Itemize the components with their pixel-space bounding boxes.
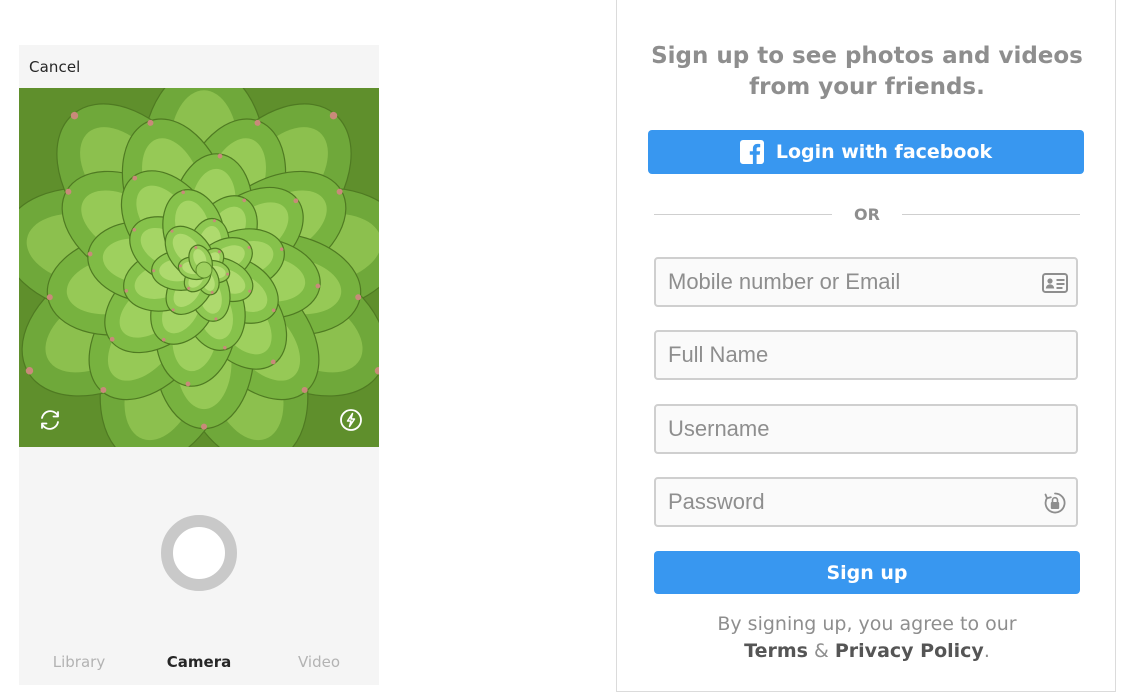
facebook-login-label: Login with facebook — [775, 141, 993, 163]
privacy-policy-link[interactable]: Privacy Policy — [835, 640, 984, 662]
shutter-button[interactable] — [161, 515, 237, 591]
signup-tagline: Sign up to see photos and videos from yo… — [617, 41, 1117, 103]
contact-input[interactable] — [656, 259, 1076, 305]
terms-links-line: Terms & Privacy Policy. — [617, 638, 1117, 665]
camera-switch-icon[interactable] — [36, 406, 64, 434]
fullname-field — [654, 330, 1078, 380]
succulent-photo — [19, 88, 379, 447]
or-text: OR — [854, 205, 880, 224]
camera-screen: Cancel Library Camera Video — [19, 45, 379, 685]
terms-prefix: By signing up, you agree to our — [717, 613, 1017, 635]
contact-field — [654, 257, 1078, 307]
facebook-icon — [739, 140, 764, 164]
or-divider: OR — [654, 203, 1080, 227]
camera-mode-tabs: Library Camera Video — [19, 653, 379, 677]
terms-notice: By signing up, you agree to our Terms & … — [617, 611, 1117, 665]
cancel-button[interactable]: Cancel — [29, 58, 80, 76]
username-field — [654, 404, 1078, 454]
password-field — [654, 477, 1078, 527]
password-input[interactable] — [656, 479, 1076, 525]
tagline-line-2: from your friends. — [749, 74, 985, 100]
facebook-login-button[interactable]: Login with facebook — [648, 130, 1084, 174]
username-input[interactable] — [656, 406, 1076, 452]
tab-camera[interactable]: Camera — [139, 653, 259, 671]
tagline-line-1: Sign up to see photos and videos — [651, 43, 1083, 69]
divider-line-left — [654, 214, 832, 215]
tab-library[interactable]: Library — [19, 653, 139, 671]
terms-link[interactable]: Terms — [744, 640, 808, 662]
tab-video[interactable]: Video — [259, 653, 379, 671]
signup-button[interactable]: Sign up — [654, 551, 1080, 594]
signup-card: Sign up to see photos and videos from yo… — [616, 0, 1116, 692]
terms-and: & — [814, 640, 829, 662]
camera-preview — [19, 88, 379, 447]
camera-top-bar: Cancel — [19, 45, 379, 88]
contact-card-icon — [1042, 273, 1068, 293]
terms-period: . — [983, 640, 990, 662]
divider-line-right — [902, 214, 1080, 215]
password-lock-icon[interactable] — [1042, 491, 1068, 515]
fullname-input[interactable] — [656, 332, 1076, 378]
flash-icon[interactable] — [337, 406, 365, 434]
